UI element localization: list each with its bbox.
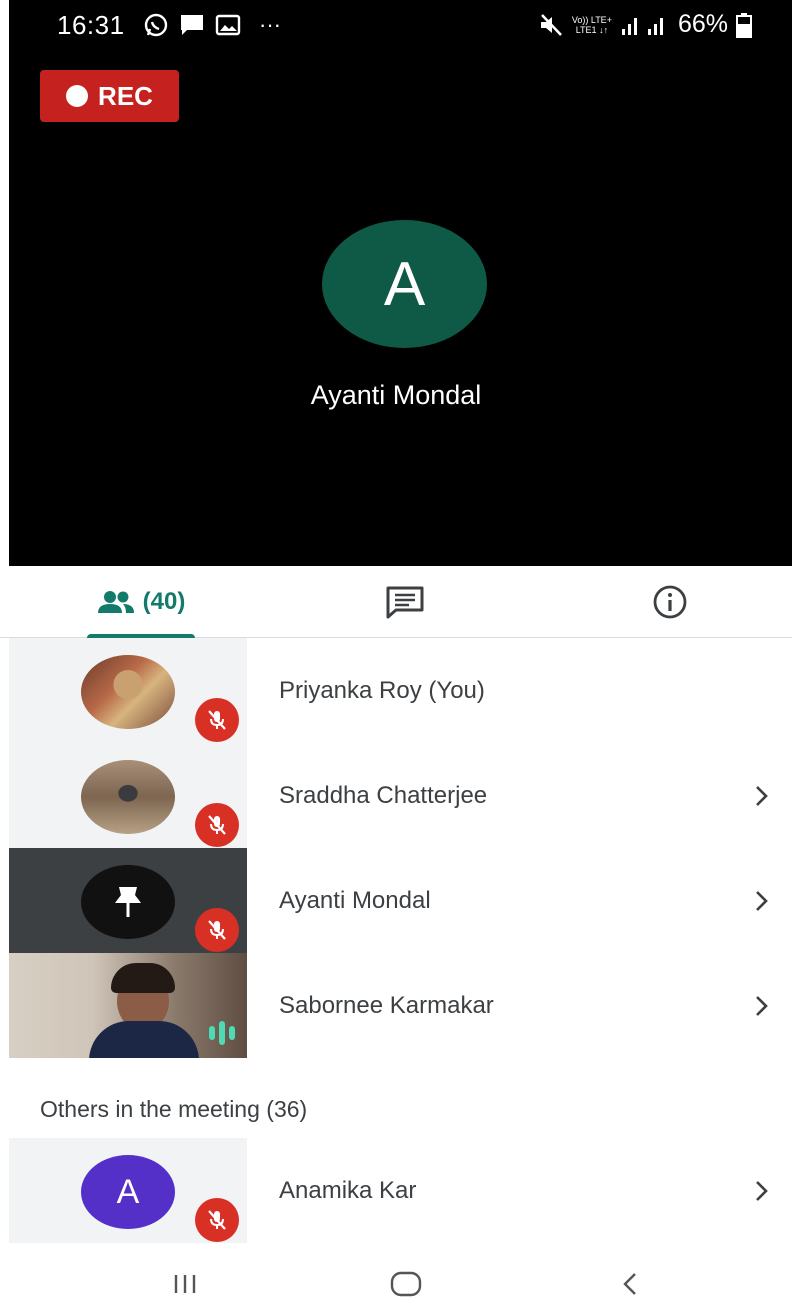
record-dot-icon xyxy=(66,85,89,107)
battery-percentage: 66% xyxy=(677,10,728,38)
participant-video-tile xyxy=(9,953,247,1058)
avatar xyxy=(81,655,175,729)
back-button[interactable] xyxy=(610,1264,650,1304)
status-time: 16:31 xyxy=(57,10,125,40)
participant-name: Anamika Kar xyxy=(279,1176,417,1204)
list-item[interactable]: A Anamika Kar xyxy=(0,1138,792,1243)
participant-tile xyxy=(9,743,247,848)
mic-off-icon xyxy=(195,698,239,742)
participant-name: Priyanka Roy (You) xyxy=(279,676,485,704)
home-button[interactable] xyxy=(386,1264,426,1304)
home-icon xyxy=(390,1271,422,1297)
info-icon xyxy=(653,585,687,619)
recent-apps-icon xyxy=(174,1275,196,1293)
tab-chat[interactable] xyxy=(375,566,435,638)
chevron-right-icon[interactable] xyxy=(754,953,770,1058)
network-type-indicator: Vo)) LTE+ LTE1 ↓↑ xyxy=(572,15,612,35)
gallery-icon xyxy=(215,14,241,36)
participant-tile xyxy=(9,848,247,953)
chevron-right-icon[interactable] xyxy=(754,1138,770,1243)
speaking-indicator-icon xyxy=(209,1021,235,1045)
mic-off-icon xyxy=(195,803,239,847)
status-right: Vo)) LTE+ LTE1 ↓↑ 66% xyxy=(538,10,752,39)
others-section-title: Others in the meeting (36) xyxy=(40,1096,308,1122)
tab-info[interactable] xyxy=(640,566,700,638)
list-item[interactable]: Sabornee Karmakar xyxy=(0,953,792,1058)
list-item[interactable]: Sraddha Chatterjee xyxy=(0,743,792,848)
signal-icon xyxy=(621,17,663,35)
mute-speaker-icon xyxy=(540,13,562,36)
recent-apps-button[interactable] xyxy=(165,1264,205,1304)
back-icon xyxy=(623,1273,636,1295)
participant-tile: A xyxy=(9,1138,247,1243)
people-count: (40) xyxy=(142,588,186,615)
mic-off-icon xyxy=(195,908,239,952)
whatsapp-icon xyxy=(144,13,168,37)
more-notifications-icon: ··· xyxy=(259,12,281,37)
notification-icons: ··· xyxy=(143,12,281,38)
navigation-bar xyxy=(0,1256,792,1308)
tab-people[interactable]: (40) xyxy=(82,566,200,639)
recording-label: REC xyxy=(98,80,153,111)
main-avatar: A xyxy=(322,220,487,348)
tab-bar: (40) xyxy=(0,566,792,639)
chevron-right-icon[interactable] xyxy=(754,743,770,848)
video-person xyxy=(89,963,199,1058)
pin-icon xyxy=(115,887,141,917)
participant-name: Sabornee Karmakar xyxy=(279,991,494,1019)
participant-name: Ayanti Mondal xyxy=(279,886,431,914)
chat-icon xyxy=(386,586,424,619)
avatar xyxy=(81,760,175,834)
participant-name: Sraddha Chatterjee xyxy=(279,781,488,809)
battery-icon xyxy=(736,12,752,38)
message-icon xyxy=(181,15,203,35)
list-item[interactable]: Ayanti Mondal xyxy=(0,848,792,953)
network-text-top: Vo)) LTE+ xyxy=(571,14,612,25)
list-item[interactable]: Priyanka Roy (You) xyxy=(0,638,792,743)
participant-tile xyxy=(9,638,247,743)
people-icon xyxy=(97,591,134,613)
pin-badge xyxy=(81,865,175,939)
status-bar: 16:31 ··· Vo)) LTE+ LTE1 ↓↑ 66% xyxy=(0,0,792,52)
recording-badge: REC xyxy=(40,70,179,122)
chevron-right-icon[interactable] xyxy=(754,848,770,953)
avatar: A xyxy=(81,1155,175,1229)
main-participant-name: Ayanti Mondal xyxy=(310,380,482,410)
mic-off-icon xyxy=(195,1198,239,1242)
network-text-bottom: LTE1 ↓↑ xyxy=(575,24,609,35)
